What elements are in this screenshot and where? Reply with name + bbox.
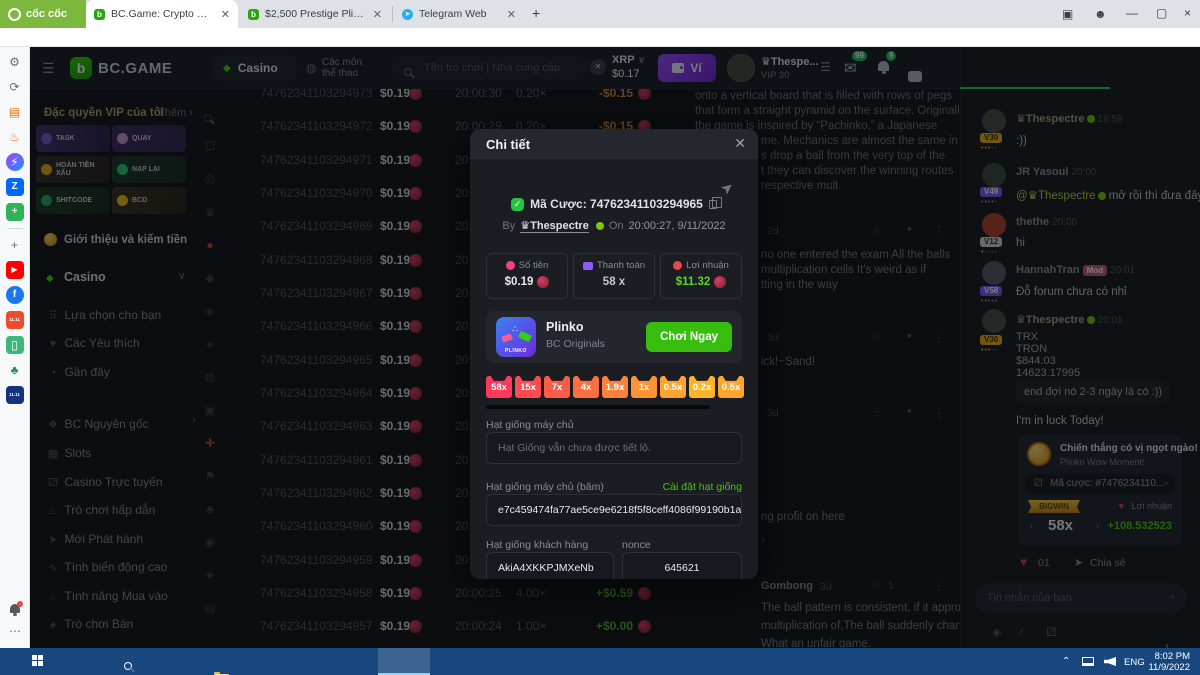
bcgame-site: ☰ b BC.GAME ◆ Casino ◍ Các môn thể thao … bbox=[30, 47, 1200, 648]
coccoc-logo-icon bbox=[8, 7, 21, 21]
multiplier-chip: 0.5x bbox=[660, 376, 686, 398]
multiplier-chip: 7x bbox=[544, 376, 570, 398]
browser-toolbar: ← → ⟳ bc.game/vi/game/plinko ☆ ↧ ◳ ⇩ ◩ ▦… bbox=[0, 28, 1200, 73]
network-icon[interactable] bbox=[1082, 657, 1094, 666]
modal-share-icon[interactable]: ➤ bbox=[717, 177, 739, 199]
clock[interactable]: 8:02 PM 11/9/2022 bbox=[1144, 651, 1190, 673]
nonce-label: nonce bbox=[622, 539, 651, 551]
tab-bcgame[interactable]: b BC.Game: Crypto Casino Gam ✕ bbox=[86, 0, 238, 28]
trx-coin-icon bbox=[537, 276, 550, 288]
nonce-field[interactable]: 645621 bbox=[622, 552, 742, 579]
stat-payout: Thanh toán 58 x bbox=[573, 253, 655, 299]
coccoc-sidebar-icon[interactable]: ♣ bbox=[6, 361, 24, 379]
verified-icon: ✓ bbox=[511, 197, 525, 211]
tab-close-icon[interactable]: ✕ bbox=[221, 8, 230, 21]
play-now-button[interactable]: Chơi Ngay bbox=[646, 322, 732, 352]
server-seed-hash-label: Hạt giống máy chủ (băm) bbox=[486, 481, 604, 493]
payout-icon bbox=[582, 261, 593, 270]
amount-icon bbox=[505, 261, 515, 270]
tab-title: $2,500 Prestige Plinko Challe bbox=[265, 8, 367, 20]
bet-id-text: Mã Cược: 74762341103294965 bbox=[530, 197, 703, 211]
tab-plinko-challenge[interactable]: b $2,500 Prestige Plinko Challe ✕ bbox=[240, 0, 390, 28]
browser-tabstrip: cốc cốc b BC.Game: Crypto Casino Gam ✕ b… bbox=[0, 0, 1200, 28]
stat-profit: Lợi nhuận $11.32 bbox=[660, 253, 742, 299]
bcgame-favicon: b bbox=[94, 8, 105, 20]
maximize-button[interactable]: ▢ bbox=[1156, 6, 1167, 20]
coccoc-sidebar-icon[interactable]: ⟳ bbox=[6, 78, 24, 96]
bcgame-favicon: b bbox=[248, 8, 259, 20]
client-seed-field[interactable]: AkiA4XKKPJMXeNb bbox=[486, 552, 614, 579]
bet-datetime: 20:00:27, 9/11/2022 bbox=[628, 220, 726, 232]
multiplier-chip: 4x bbox=[573, 376, 599, 398]
windows-taskbar: ⌃ ENG 8:02 PM 11/9/2022 bbox=[0, 648, 1200, 675]
multiplier-chip: 58x bbox=[486, 376, 512, 398]
notifications-bell-icon[interactable] bbox=[10, 600, 23, 618]
game-name: Plinko bbox=[546, 320, 584, 334]
close-button[interactable]: × bbox=[1184, 6, 1191, 20]
capture-icon[interactable]: ▣ bbox=[1062, 7, 1073, 21]
server-seed-hash-field[interactable]: e7c459474fa77ae5ce9e6218f5f8ceff4086f991… bbox=[486, 494, 742, 526]
stat-amount: Số tiền $0.19 bbox=[486, 253, 568, 299]
brand-label: cốc cốc bbox=[26, 8, 67, 20]
tab-close-icon[interactable]: ✕ bbox=[373, 8, 382, 21]
bet-author-row: By ♛Thespectre On 20:00:27, 9/11/2022 bbox=[502, 219, 726, 233]
coccoc-sidebar-icon[interactable]: ⚙ bbox=[6, 53, 24, 71]
bet-author[interactable]: ♛Thespectre bbox=[520, 219, 589, 233]
game-provider: BC Originals bbox=[546, 338, 605, 350]
bet-id-row: ✓ Mã Cược: 74762341103294965 bbox=[470, 196, 758, 211]
multiplier-chip: 1x bbox=[631, 376, 657, 398]
coccoc-sidebar-icon[interactable]: 11.11 bbox=[5, 311, 24, 329]
modal-title: Chi tiết bbox=[486, 137, 531, 152]
tab-telegram[interactable]: ➤ Telegram Web ✕ bbox=[394, 0, 524, 28]
language-indicator[interactable]: ENG bbox=[1124, 657, 1145, 668]
new-tab-button[interactable]: + bbox=[532, 5, 540, 21]
client-seed-label: Hạt giống khách hàng bbox=[486, 539, 589, 551]
start-button[interactable] bbox=[32, 655, 44, 667]
frog-emoji bbox=[595, 222, 604, 230]
copy-icon[interactable] bbox=[708, 196, 722, 209]
plinko-game-icon: ∴ PLINKO bbox=[496, 317, 536, 357]
more-icon[interactable]: ⋯ bbox=[9, 624, 21, 638]
coccoc-sidebar-icon[interactable]: ▤ bbox=[6, 103, 24, 121]
game-card: ∴ PLINKO Plinko BC Originals Chơi Ngay bbox=[486, 311, 742, 363]
taskbar-search-icon[interactable] bbox=[124, 662, 132, 670]
coccoc-sidebar-icon[interactable]: + bbox=[5, 203, 24, 221]
telegram-favicon: ➤ bbox=[402, 8, 413, 20]
profit-icon bbox=[673, 261, 683, 270]
bet-details-modal: Chi tiết ✕ ➤ ✓ Mã Cược: 7476234110329496… bbox=[470, 129, 758, 579]
chips-scrollbar[interactable] bbox=[486, 405, 710, 409]
screen: cốc cốc b BC.Game: Crypto Casino Gam ✕ b… bbox=[0, 0, 1200, 675]
server-seed-field[interactable]: Hạt Giống vẫn chưa được tiết lộ. bbox=[486, 432, 742, 464]
browser-brand[interactable]: cốc cốc bbox=[0, 0, 86, 28]
multiplier-chip: 15x bbox=[515, 376, 541, 398]
multiplier-chip: 0.5x bbox=[718, 376, 744, 398]
tab-close-icon[interactable]: ✕ bbox=[507, 8, 516, 21]
minimize-button[interactable]: — bbox=[1126, 6, 1138, 20]
server-seed-label: Hạt giống máy chủ bbox=[486, 419, 574, 431]
multiplier-chips: 58x 15x 7x 4x 1.9x 1x 0.5x 0.2x 0.5x bbox=[486, 376, 744, 398]
modal-close-icon[interactable]: ✕ bbox=[734, 135, 746, 152]
multiplier-chip: 1.9x bbox=[602, 376, 628, 398]
coccoc-sidebar-icon[interactable]: Z bbox=[5, 178, 24, 196]
trx-coin-icon bbox=[714, 276, 727, 288]
seed-settings-link[interactable]: Cài đặt hạt giống bbox=[663, 481, 742, 493]
profile-icon[interactable]: ☻ bbox=[1094, 7, 1107, 21]
tray-expand-icon[interactable]: ⌃ bbox=[1062, 656, 1070, 667]
coccoc-sidebar-icon[interactable]: 11.11 bbox=[5, 386, 24, 404]
tab-title: BC.Game: Crypto Casino Gam bbox=[111, 8, 215, 20]
coccoc-sidebar-icon[interactable] bbox=[6, 228, 23, 229]
multiplier-chip: 0.2x bbox=[689, 376, 715, 398]
tab-separator bbox=[392, 6, 393, 22]
coccoc-sidebar-icon[interactable]: ♨ bbox=[6, 128, 24, 146]
active-app-highlight bbox=[378, 648, 430, 675]
coccoc-sidebar-icon[interactable]: + bbox=[6, 236, 24, 254]
coccoc-sidebar-icon[interactable]: f bbox=[5, 286, 24, 304]
volume-icon[interactable] bbox=[1104, 657, 1116, 666]
tab-title: Telegram Web bbox=[419, 8, 487, 20]
coccoc-sidebar: ⚙ ⟳ ▤ ♨ ⚡ Z + + ▶ f 11.11 ▯ ♣ 11.11 bbox=[0, 47, 30, 648]
coccoc-sidebar-icon[interactable]: ▯ bbox=[5, 336, 24, 354]
coccoc-sidebar-icon[interactable]: ▶ bbox=[5, 261, 24, 279]
coccoc-sidebar-icon[interactable]: ⚡ bbox=[5, 153, 24, 171]
